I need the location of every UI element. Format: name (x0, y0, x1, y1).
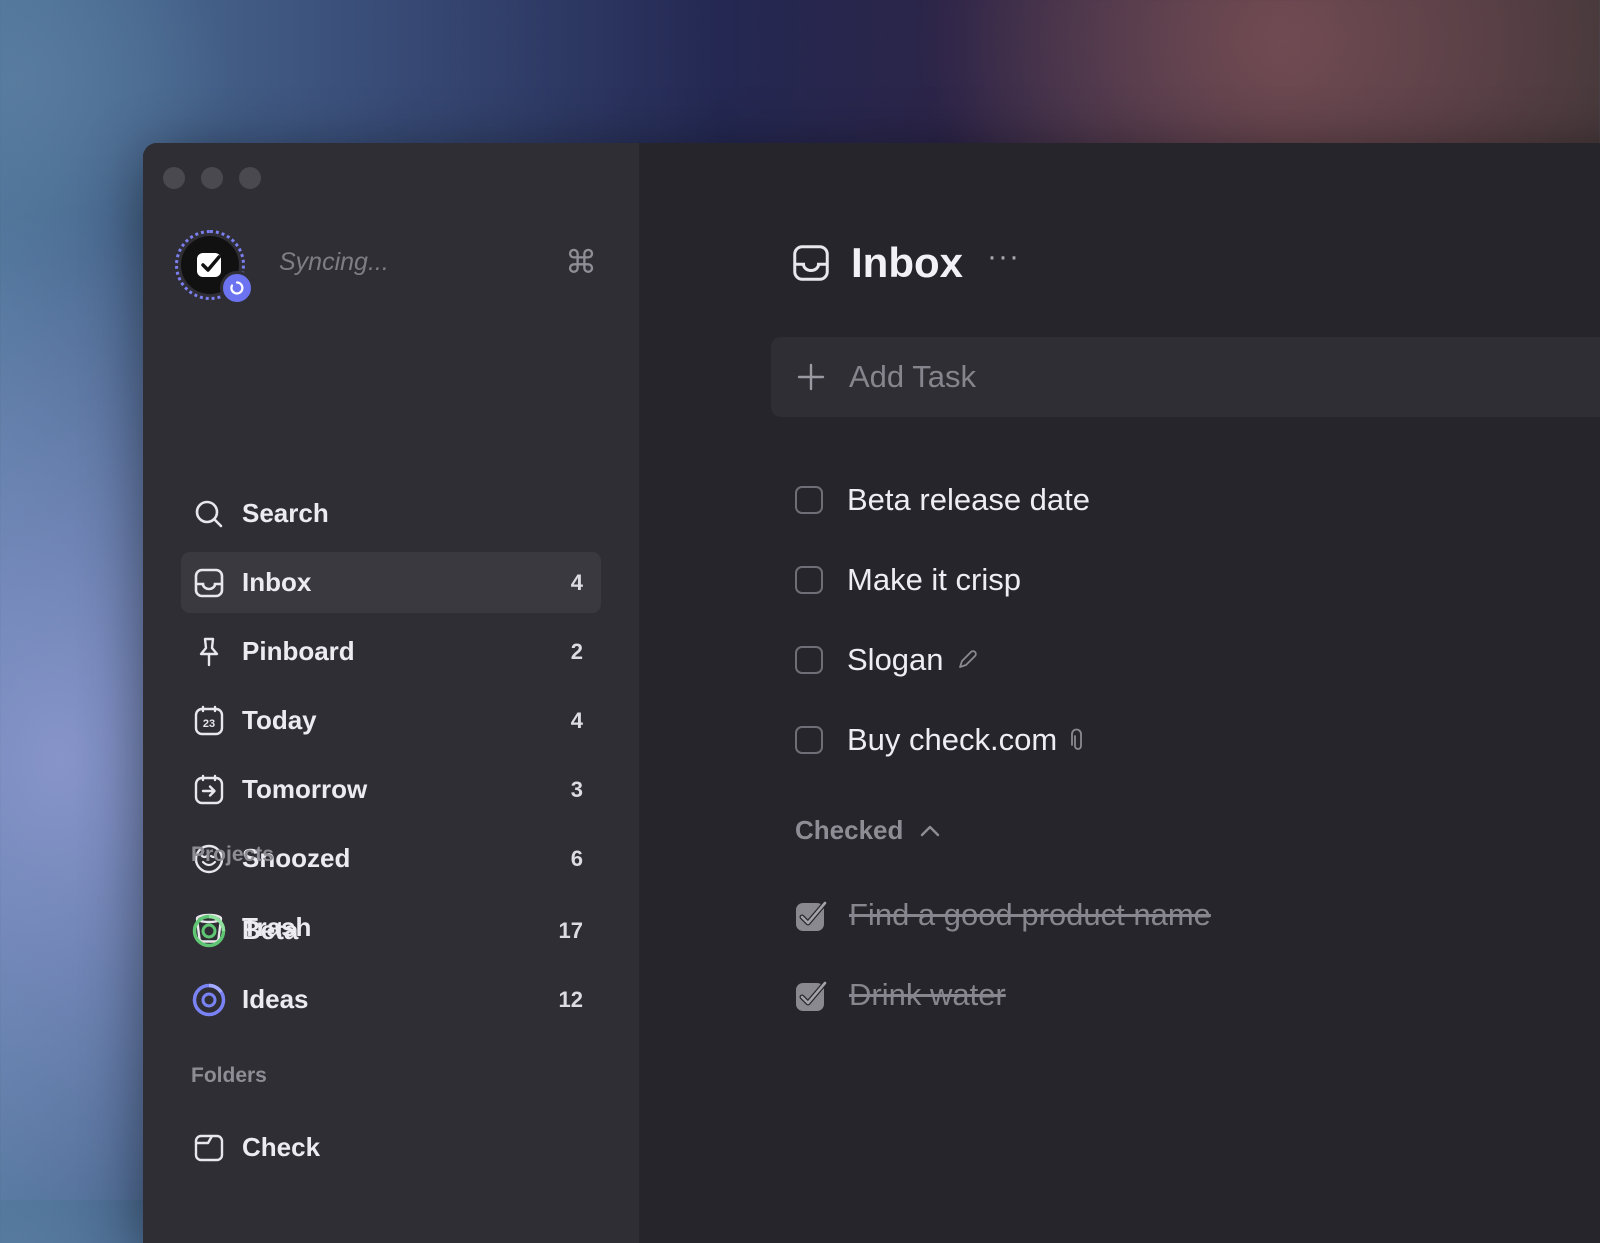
add-task-input[interactable] (847, 358, 1451, 396)
sidebar-item-label: Tomorrow (242, 774, 368, 804)
sidebar-item-today[interactable]: 23 Today 4 (181, 690, 601, 751)
svg-text:23: 23 (203, 718, 215, 730)
task-checkbox[interactable] (795, 566, 823, 594)
sidebar-item-label: Pinboard (242, 636, 355, 666)
folder-label: Check (242, 1132, 321, 1162)
project-count: 17 (558, 917, 583, 943)
task-row[interactable]: Make it crisp (795, 540, 1090, 620)
inbox-icon (793, 245, 829, 281)
project-label: Ideas (242, 984, 309, 1014)
checked-task-title[interactable]: Drink water (849, 977, 1006, 1013)
list-header: Inbox ··· (791, 238, 1020, 288)
project-ring-icon (192, 983, 226, 1017)
avatar[interactable] (175, 230, 254, 305)
sidebar-item-count: 4 (570, 569, 583, 595)
checked-task-list: Find a good product name Drink water (795, 875, 1211, 1035)
app-logo-icon (197, 253, 221, 277)
projects-list: Beta 17 Ideas 12 (181, 900, 601, 1038)
app-window: Syncing... ⌘ Search Inbox 4 Pinboard 2 2… (143, 143, 1600, 1243)
checked-section-toggle[interactable]: Checked (795, 815, 941, 846)
inbox-icon (192, 566, 226, 600)
add-task-bar[interactable] (771, 337, 1600, 417)
task-row[interactable]: Buy check.com (795, 700, 1090, 780)
sidebar-item-search[interactable]: Search (181, 483, 601, 544)
sidebar-item-pinboard[interactable]: Pinboard 2 (181, 621, 601, 682)
close-window-button[interactable] (163, 167, 185, 189)
sidebar-nav: Search Inbox 4 Pinboard 2 23 Today 4 Tom… (181, 483, 601, 966)
task-title[interactable]: Slogan (847, 642, 944, 678)
task-title[interactable]: Buy check.com (847, 722, 1057, 758)
pin-icon (192, 635, 226, 669)
checked-task-row[interactable]: Find a good product name (795, 875, 1211, 955)
search-icon (192, 497, 226, 531)
sync-icon (230, 281, 244, 295)
task-row[interactable]: Beta release date (795, 460, 1090, 540)
task-list: Beta release date Make it crisp Slogan B… (795, 460, 1090, 780)
folders-list: Check (181, 1117, 601, 1186)
folder-icon (192, 1131, 226, 1165)
chevron-up-icon (919, 824, 941, 838)
sidebar: Syncing... ⌘ Search Inbox 4 Pinboard 2 2… (143, 143, 639, 1243)
command-menu-icon[interactable]: ⌘ (565, 246, 597, 278)
sidebar-item-count: 3 (570, 776, 583, 802)
sidebar-item-count: 4 (570, 707, 583, 733)
sync-status: Syncing... (279, 248, 389, 276)
zoom-window-button[interactable] (239, 167, 261, 189)
folders-section-title: Folders (191, 1064, 267, 1087)
calendar-today-icon: 23 (192, 704, 226, 738)
folder-item-check[interactable]: Check (181, 1117, 601, 1178)
sync-badge (220, 271, 254, 305)
task-checkbox[interactable] (795, 486, 823, 514)
sidebar-item-label: Inbox (242, 567, 312, 597)
sidebar-item-label: Today (242, 705, 317, 735)
pencil-icon (956, 649, 978, 671)
sidebar-item-tomorrow[interactable]: Tomorrow 3 (181, 759, 601, 820)
page-title: Inbox (851, 239, 963, 286)
task-title[interactable]: Make it crisp (847, 562, 1021, 598)
project-label: Beta (242, 915, 299, 945)
sidebar-item-inbox[interactable]: Inbox 4 (181, 552, 601, 613)
project-ring-icon (192, 914, 226, 948)
more-options-button[interactable]: ··· (987, 240, 1020, 274)
sidebar-item-label: Search (242, 498, 329, 528)
account-header: Syncing... ⌘ (175, 230, 597, 306)
project-item-beta[interactable]: Beta 17 (181, 900, 601, 961)
main-panel: Inbox ··· Beta release date Make it cris… (639, 143, 1600, 1243)
project-item-ideas[interactable]: Ideas 12 (181, 969, 601, 1030)
window-controls (163, 167, 261, 189)
calendar-tomorrow-icon (192, 773, 226, 807)
checked-checkbox-icon[interactable] (795, 900, 828, 931)
project-count: 12 (558, 986, 583, 1012)
sidebar-item-count: 2 (570, 638, 583, 664)
task-checkbox[interactable] (795, 726, 823, 754)
checked-task-title[interactable]: Find a good product name (849, 897, 1211, 933)
paperclip-icon (1069, 728, 1087, 752)
checked-section-title: Checked (795, 815, 904, 845)
task-title[interactable]: Beta release date (847, 482, 1090, 518)
task-checkbox[interactable] (795, 646, 823, 674)
plus-icon (795, 361, 827, 393)
checked-checkbox-icon[interactable] (795, 980, 828, 1011)
sidebar-item-count: 6 (570, 845, 583, 871)
projects-section-title: Projects (191, 843, 274, 866)
minimize-window-button[interactable] (201, 167, 223, 189)
task-row[interactable]: Slogan (795, 620, 1090, 700)
checked-task-row[interactable]: Drink water (795, 955, 1211, 1035)
